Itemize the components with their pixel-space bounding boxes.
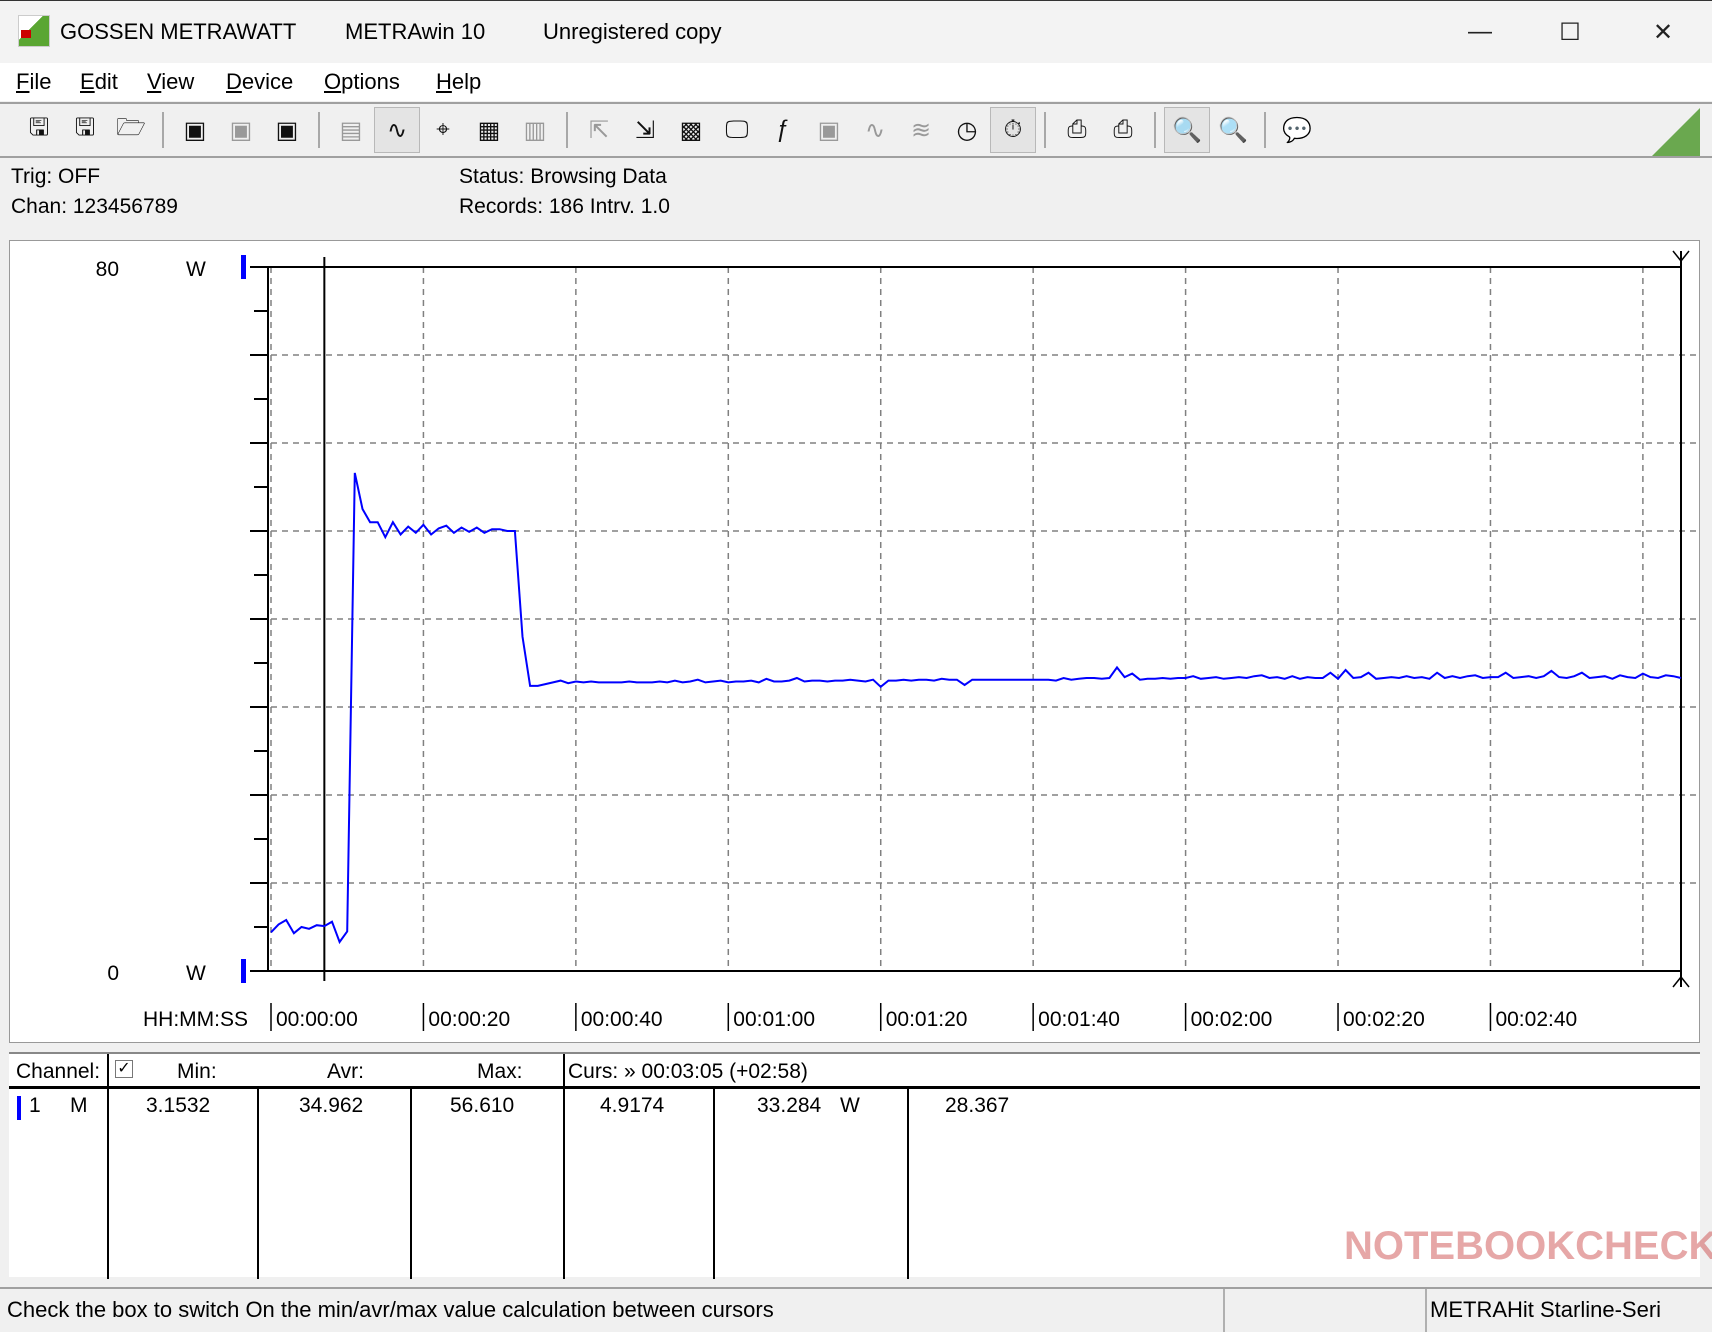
x-axis-label: HH:MM:SS (143, 1008, 248, 1031)
channel-scale-marker-top (241, 255, 246, 279)
channel-scale-marker-bottom (241, 959, 246, 983)
cursor1-value: 4.9174 (600, 1094, 665, 1117)
min-value: 3.1532 (146, 1094, 211, 1117)
x-tick-label: 00:00:00 (276, 1008, 358, 1031)
max-value: 56.610 (450, 1094, 515, 1117)
x-tick-label: 00:01:20 (886, 1008, 968, 1031)
header-cursor: Curs: » 00:03:05 (+02:58) (568, 1060, 808, 1083)
channel-color-marker (17, 1096, 21, 1120)
x-tick-label: 00:02:00 (1191, 1008, 1273, 1031)
status-hint: Check the box to switch On the min/avr/m… (7, 1297, 774, 1322)
watermark-logo: NOTEBOOKCHECK (1344, 1224, 1712, 1268)
avr-value: 34.962 (299, 1094, 364, 1117)
status-bar: Check the box to switch On the min/avr/m… (0, 1287, 1712, 1332)
header-min: Min: (177, 1060, 217, 1083)
x-tick-label: 00:00:20 (428, 1008, 510, 1031)
x-tick-label: 00:02:20 (1343, 1008, 1425, 1031)
x-tick-label: 00:00:40 (581, 1008, 663, 1031)
x-tick-label: 00:01:00 (733, 1008, 815, 1031)
chart-panel: 80 0 W W HH:MM:SS 00:00:00 00:00:20 00:00:40 00:… (9, 240, 1701, 1043)
channel-mode: M (70, 1094, 88, 1117)
minmax-checkbox[interactable]: ✓ (115, 1060, 133, 1078)
x-tick-label: 00:02:40 (1495, 1008, 1577, 1031)
y-tick-label-top: 80 (96, 258, 119, 281)
y-unit-bottom: W (186, 962, 206, 985)
y-unit-top: W (186, 258, 206, 281)
y-tick-label-bottom: 0 (107, 962, 119, 985)
header-max: Max: (477, 1060, 523, 1083)
cursor2-value: 33.284 (757, 1094, 822, 1117)
cursor-difference-value: 28.367 (945, 1094, 1010, 1117)
header-channel: Channel: (16, 1060, 101, 1083)
power-chart[interactable]: 80 0 W W HH:MM:SS 00:00:00 00:00:20 00:00:40 00:… (1, 1, 1701, 1031)
statistics-table: Channel: ✓ Min: Avr: Max: Curs: » 00:03:… (9, 1052, 1712, 1279)
header-avr: Avr: (327, 1060, 364, 1083)
x-tick-label: 00:01:40 (1038, 1008, 1120, 1031)
unit-label: W (840, 1094, 860, 1117)
channel-number: 1 (29, 1094, 41, 1117)
device-name: METRAHit Starline-Seri (1430, 1297, 1662, 1322)
